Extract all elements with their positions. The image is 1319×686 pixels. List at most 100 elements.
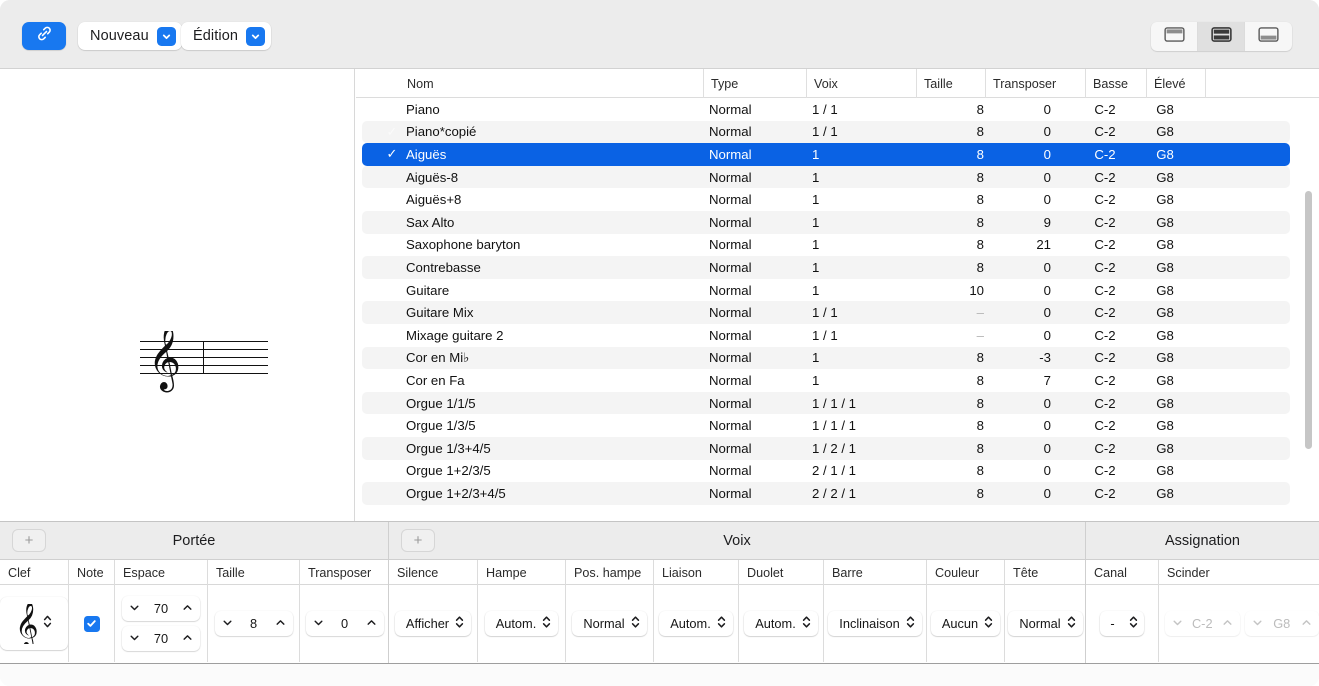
add-voix-button[interactable]: + (401, 529, 435, 552)
table-vertical-scrollbar[interactable] (1301, 99, 1316, 519)
stepper-increment-icon[interactable] (275, 616, 286, 631)
table-row[interactable]: Sax Alto Normal 1 8 9 C-2 G8 (362, 210, 1290, 234)
table-row[interactable]: Cor en Mi♭ Normal 1 8 -3 C-2 G8 (362, 346, 1290, 370)
clef-picker[interactable]: 𝄞 (0, 597, 68, 650)
table-row[interactable]: Aiguës+8 Normal 1 8 0 C-2 G8 (362, 188, 1290, 211)
taille-stepper[interactable]: 8 (214, 611, 293, 636)
row-checkmark-icon[interactable]: ✓ (384, 143, 400, 166)
stepper-increment-icon[interactable] (366, 616, 377, 631)
table-body[interactable]: Piano Normal 1 / 1 8 0 C-2 G8 ✓ Piano*copié Norma… (356, 98, 1319, 521)
staff-preview-pane[interactable]: 𝄞 (0, 69, 355, 521)
voix-title: Voix (723, 532, 751, 549)
table-row[interactable]: Piano Normal 1 / 1 8 0 C-2 G8 (362, 98, 1290, 121)
column-header-hampe[interactable]: Hampe (477, 560, 565, 585)
cell-transposer: 21 (1036, 237, 1051, 253)
column-header-duolet[interactable]: Duolet (738, 560, 823, 585)
instrument-table[interactable]: Nom Type Voix Taille Transposer Basse Élevé Pi… (356, 69, 1319, 521)
stepper-decrement-icon[interactable] (1172, 616, 1183, 631)
column-header-voix[interactable]: Voix (806, 69, 916, 98)
espace-bottom-stepper[interactable]: 70 (122, 626, 200, 651)
table-row[interactable]: Orgue 1/3+4/5 Normal 1 / 2 / 1 8 0 C-2 G8 (362, 436, 1290, 460)
view-mode-top-button[interactable] (1151, 22, 1198, 51)
column-header-liaison[interactable]: Liaison (653, 560, 738, 585)
column-header-tete[interactable]: Tête (1004, 560, 1086, 585)
table-row[interactable]: Orgue 1+2/3+4/5 Normal 2 / 2 / 1 8 0 C-2 G8 (362, 482, 1290, 505)
column-header--lev-[interactable]: Élevé (1146, 69, 1205, 98)
column-header-barre[interactable]: Barre (823, 560, 926, 585)
stepper-increment-icon[interactable] (182, 601, 193, 616)
nouveau-popup-button[interactable]: Nouveau (78, 22, 182, 50)
column-header-transposer[interactable]: Transposer (299, 560, 389, 585)
stepper-decrement-icon[interactable] (129, 631, 140, 646)
hampe-popup-button[interactable]: Autom. (484, 611, 559, 636)
column-header-basse[interactable]: Basse (1085, 69, 1146, 98)
table-row[interactable]: Orgue 1/3/5 Normal 1 / 1 / 1 8 0 C-2 G8 (362, 414, 1290, 437)
stepper-increment-icon[interactable] (1301, 616, 1312, 631)
column-header-nom[interactable]: Nom (400, 69, 700, 98)
silence-popup-button[interactable]: Afficher (394, 611, 472, 636)
couleur-popup-button[interactable]: Aucun (930, 611, 1001, 636)
table-row[interactable]: ✓ Aiguës Normal 1 8 0 C-2 G8 (362, 143, 1290, 166)
pos-hampe-popup-button[interactable]: Normal (572, 611, 647, 636)
column-header-espace[interactable]: Espace (114, 560, 207, 585)
scrollbar-thumb[interactable] (1305, 191, 1312, 449)
stepper-decrement-icon[interactable] (222, 616, 233, 631)
cell-transposer: 0 (1043, 327, 1051, 343)
column-header-pos-hampe[interactable]: Pos. hampe (565, 560, 653, 585)
column-header-note[interactable]: Note (68, 560, 114, 585)
updown-icon (802, 615, 811, 632)
espace-top-stepper[interactable]: 70 (122, 596, 200, 621)
column-header-transposer[interactable]: Transposer (985, 69, 1085, 98)
column-header-taille[interactable]: Taille (916, 69, 985, 98)
stepper-decrement-icon[interactable] (129, 601, 140, 616)
stepper-decrement-icon[interactable] (313, 616, 324, 631)
tete-popup-button[interactable]: Normal (1008, 611, 1083, 636)
canal-popup-button[interactable]: - (1100, 611, 1144, 636)
duolet-popup-button[interactable]: Autom. (744, 611, 818, 636)
edition-popup-button[interactable]: Édition (181, 22, 272, 50)
column-header-clef[interactable]: Clef (0, 560, 68, 585)
table-row[interactable]: Cor en Fa Normal 1 8 7 C-2 G8 (362, 369, 1290, 392)
table-row[interactable]: ✓ Piano*copié Normal 1 / 1 8 0 C-2 G8 (362, 120, 1290, 144)
liaison-popup-button[interactable]: Autom. (659, 611, 733, 636)
transposer-stepper[interactable]: 0 (305, 611, 384, 636)
table-row[interactable]: Aiguës-8 Normal 1 8 0 C-2 G8 (362, 165, 1290, 189)
column-header-scinder[interactable]: Scinder (1158, 560, 1319, 585)
cell-nom: Orgue 1/3/5 (406, 418, 476, 434)
cell-transposer: 0 (1043, 305, 1051, 321)
column-header-couleur[interactable]: Couleur (926, 560, 1004, 585)
cell-taille: 8 (976, 463, 984, 479)
column-header-silence[interactable]: Silence (389, 560, 477, 585)
table-row[interactable]: Orgue 1+2/3/5 Normal 2 / 1 / 1 8 0 C-2 G8 (362, 460, 1290, 483)
cell-type: Normal (709, 350, 752, 366)
cell-taille: 8 (976, 418, 984, 434)
link-icon (35, 24, 54, 48)
layout-top-icon (1163, 26, 1185, 47)
table-row[interactable]: Guitare Normal 1 10 0 C-2 G8 (362, 279, 1290, 302)
scinder-low-stepper[interactable]: C-2 (1165, 611, 1240, 636)
cell-voix: 1 (812, 350, 820, 366)
stepper-increment-icon[interactable] (182, 631, 193, 646)
view-mode-split-button[interactable] (1198, 22, 1245, 51)
table-row[interactable]: Orgue 1/1/5 Normal 1 / 1 / 1 8 0 C-2 G8 (362, 391, 1290, 415)
table-row[interactable]: Contrebasse Normal 1 8 0 C-2 G8 (362, 256, 1290, 279)
note-checkbox[interactable] (83, 615, 100, 632)
transposer-value: 0 (340, 616, 349, 631)
stepper-increment-icon[interactable] (1222, 616, 1233, 631)
column-header-taille[interactable]: Taille (207, 560, 299, 585)
view-mode-segmented-control[interactable] (1151, 22, 1292, 51)
table-row[interactable]: Guitare Mix Normal 1 / 1 – 0 C-2 G8 (362, 301, 1290, 324)
view-mode-bottom-button[interactable] (1245, 22, 1292, 51)
scinder-high-stepper[interactable]: G8 (1244, 611, 1319, 636)
add-portee-button[interactable]: + (12, 529, 46, 552)
table-row[interactable]: Saxophone baryton Normal 1 8 21 C-2 G8 (362, 234, 1290, 257)
barre-popup-button[interactable]: Inclinaison (828, 611, 922, 636)
column-header-type[interactable]: Type (703, 69, 806, 98)
column-header-canal[interactable]: Canal (1086, 560, 1158, 585)
link-button[interactable] (22, 22, 66, 50)
toolbar: Nouveau Édition (0, 0, 1319, 69)
row-checkmark-icon[interactable]: ✓ (384, 121, 400, 144)
cell-voix: 1 (812, 146, 820, 162)
table-row[interactable]: Mixage guitare 2 Normal 1 / 1 – 0 C-2 G8 (362, 324, 1290, 347)
stepper-decrement-icon[interactable] (1252, 616, 1263, 631)
